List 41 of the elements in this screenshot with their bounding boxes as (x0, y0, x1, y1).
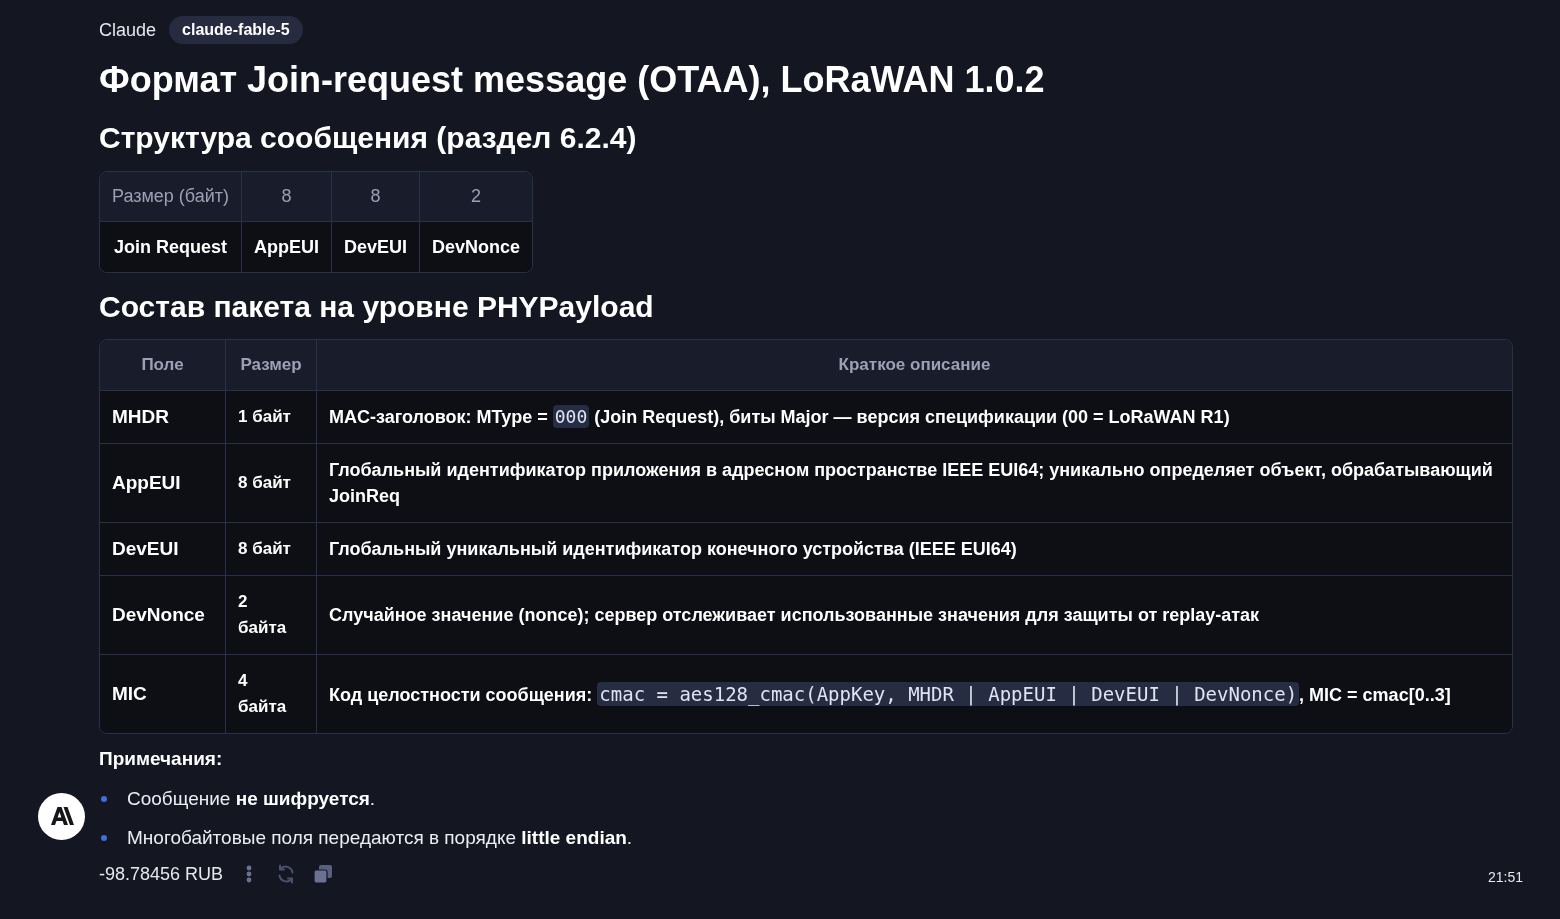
column-header: Краткое описание (317, 340, 1512, 391)
message-time: 21:51 (1487, 869, 1523, 885)
column-header: Поле (100, 340, 226, 391)
section-heading: Структура сообщения (раздел 6.2.4) (99, 120, 637, 156)
table-cell: AppEUI (242, 222, 333, 272)
author-name: Claude (99, 19, 157, 41)
copy-icon (314, 865, 333, 883)
table-cell: AppEUI (100, 444, 226, 523)
model-badge: claude-fable-5 (169, 16, 303, 44)
table-cell: 4 байта (226, 655, 317, 733)
table-cell: DevNonce (420, 222, 533, 272)
cost-text: -98.78456 RUB (99, 863, 224, 885)
table-cell: MHDR (100, 391, 226, 444)
table-cell: DevNonce (100, 576, 226, 655)
vertical-dots-icon (246, 865, 253, 883)
table-cell: Глобальный идентификатор приложения в адресном пространстве IEEE EUI64; уникально определяет объект, обрабатывающий JoinReq (317, 444, 1512, 523)
table-cell: DevEUI (100, 523, 226, 576)
bullet-icon (101, 835, 107, 841)
table-cell: 8 байт (226, 444, 317, 523)
message-title: Формат Join-request message (OTAA), LoRaWAN 1.0.2 (99, 58, 1045, 102)
note-text: Многобайтовые поля передаются в порядке little endian. (127, 826, 633, 850)
size-cell: 2 (420, 172, 533, 222)
size-cell: 8 (242, 172, 333, 222)
row-label-cell: Join Request (100, 222, 243, 272)
section-heading: Состав пакета на уровне PHYPayload (99, 289, 654, 325)
table-cell: Код целостности сообщения: cmac = aes128_cmac(AppKey, MHDR | AppEUI | DevEUI | DevNonce), MIC = cmac[0..3] (317, 655, 1512, 733)
table-cell: Случайное значение (nonce); сервер отслеживает использованные значения для защиты от replay-атак (317, 576, 1512, 655)
table-cell: 8 байт (226, 523, 317, 576)
note-text: Сообщение не шифруется. (127, 787, 376, 811)
table-cell: MIC (100, 655, 226, 733)
avatar-logo-icon (38, 793, 85, 840)
size-cell: 8 (332, 172, 421, 222)
table-cell: Глобальный уникальный идентификатор конечного устройства (IEEE EUI64) (317, 523, 1512, 576)
table-cell: 2 байта (226, 576, 317, 655)
bullet-icon (101, 796, 107, 802)
size-cell: Размер (байт) (100, 172, 243, 222)
notes-heading: Примечания: (99, 747, 223, 771)
table-cell: MAC-заголовок: MType = 000 (Join Request), биты Major — версия спецификации (00 = LoRaWAN R1) (317, 391, 1512, 444)
table-cell: DevEUI (332, 222, 421, 272)
table-cell: 1 байт (226, 391, 317, 444)
column-header: Размер (226, 340, 317, 391)
